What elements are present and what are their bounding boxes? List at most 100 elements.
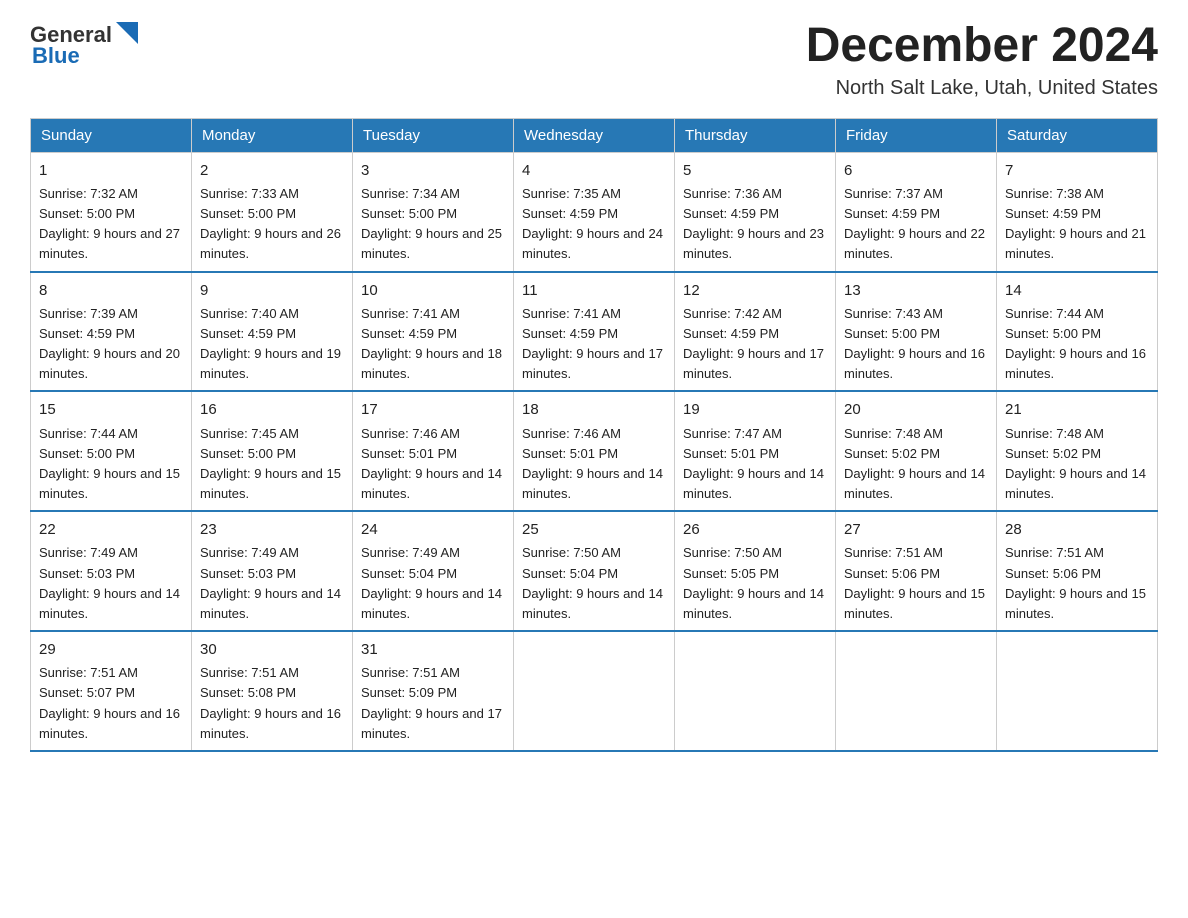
calendar-cell: 15Sunrise: 7:44 AMSunset: 5:00 PMDayligh… bbox=[31, 391, 192, 511]
day-info: Sunrise: 7:33 AMSunset: 5:00 PMDaylight:… bbox=[200, 186, 341, 261]
day-info: Sunrise: 7:41 AMSunset: 4:59 PMDaylight:… bbox=[522, 306, 663, 381]
week-row-2: 8 Sunrise: 7:39 AMSunset: 4:59 PMDaylight… bbox=[31, 272, 1158, 392]
calendar-cell: 24Sunrise: 7:49 AMSunset: 5:04 PMDayligh… bbox=[353, 511, 514, 631]
day-info: Sunrise: 7:36 AMSunset: 4:59 PMDaylight:… bbox=[683, 186, 824, 261]
calendar-cell: 14 Sunrise: 7:44 AMSunset: 5:00 PMDayligh… bbox=[997, 272, 1158, 392]
day-info: Sunrise: 7:48 AMSunset: 5:02 PMDaylight:… bbox=[1005, 426, 1146, 501]
calendar-cell: 11 Sunrise: 7:41 AMSunset: 4:59 PMDayligh… bbox=[514, 272, 675, 392]
day-number: 27 bbox=[844, 518, 988, 541]
day-number: 31 bbox=[361, 638, 505, 661]
day-number: 12 bbox=[683, 279, 827, 302]
month-title: December 2024 bbox=[806, 20, 1158, 73]
calendar-cell: 10Sunrise: 7:41 AMSunset: 4:59 PMDayligh… bbox=[353, 272, 514, 392]
calendar-cell: 7 Sunrise: 7:38 AMSunset: 4:59 PMDaylight… bbox=[997, 152, 1158, 271]
day-info: Sunrise: 7:49 AMSunset: 5:03 PMDaylight:… bbox=[200, 545, 341, 620]
calendar-cell: 20Sunrise: 7:48 AMSunset: 5:02 PMDayligh… bbox=[836, 391, 997, 511]
calendar-cell: 16 Sunrise: 7:45 AMSunset: 5:00 PMDayligh… bbox=[192, 391, 353, 511]
day-info: Sunrise: 7:38 AMSunset: 4:59 PMDaylight:… bbox=[1005, 186, 1146, 261]
day-info: Sunrise: 7:46 AMSunset: 5:01 PMDaylight:… bbox=[522, 426, 663, 501]
day-number: 19 bbox=[683, 398, 827, 421]
day-info: Sunrise: 7:44 AMSunset: 5:00 PMDaylight:… bbox=[39, 426, 180, 501]
day-number: 6 bbox=[844, 159, 988, 182]
day-info: Sunrise: 7:34 AMSunset: 5:00 PMDaylight:… bbox=[361, 186, 502, 261]
page-header: General Blue December 2024 North Salt La… bbox=[30, 20, 1158, 100]
calendar-cell: 12 Sunrise: 7:42 AMSunset: 4:59 PMDayligh… bbox=[675, 272, 836, 392]
day-number: 7 bbox=[1005, 159, 1149, 182]
header-monday: Monday bbox=[192, 118, 353, 152]
header-thursday: Thursday bbox=[675, 118, 836, 152]
day-info: Sunrise: 7:45 AMSunset: 5:00 PMDaylight:… bbox=[200, 426, 341, 501]
day-info: Sunrise: 7:42 AMSunset: 4:59 PMDaylight:… bbox=[683, 306, 824, 381]
calendar-cell: 13 Sunrise: 7:43 AMSunset: 5:00 PMDayligh… bbox=[836, 272, 997, 392]
day-info: Sunrise: 7:51 AMSunset: 5:06 PMDaylight:… bbox=[1005, 545, 1146, 620]
logo: General Blue bbox=[30, 20, 138, 69]
calendar-cell: 8 Sunrise: 7:39 AMSunset: 4:59 PMDaylight… bbox=[31, 272, 192, 392]
day-info: Sunrise: 7:51 AMSunset: 5:08 PMDaylight:… bbox=[200, 665, 341, 740]
calendar-cell: 5 Sunrise: 7:36 AMSunset: 4:59 PMDaylight… bbox=[675, 152, 836, 271]
day-info: Sunrise: 7:39 AMSunset: 4:59 PMDaylight:… bbox=[39, 306, 180, 381]
day-info: Sunrise: 7:49 AMSunset: 5:04 PMDaylight:… bbox=[361, 545, 502, 620]
calendar-header-row: SundayMondayTuesdayWednesdayThursdayFrid… bbox=[31, 118, 1158, 152]
header-saturday: Saturday bbox=[997, 118, 1158, 152]
calendar-cell: 4 Sunrise: 7:35 AMSunset: 4:59 PMDaylight… bbox=[514, 152, 675, 271]
calendar-cell: 30Sunrise: 7:51 AMSunset: 5:08 PMDayligh… bbox=[192, 631, 353, 751]
day-info: Sunrise: 7:40 AMSunset: 4:59 PMDaylight:… bbox=[200, 306, 341, 381]
day-info: Sunrise: 7:35 AMSunset: 4:59 PMDaylight:… bbox=[522, 186, 663, 261]
day-number: 5 bbox=[683, 159, 827, 182]
week-row-1: 1 Sunrise: 7:32 AMSunset: 5:00 PMDaylight… bbox=[31, 152, 1158, 271]
day-number: 14 bbox=[1005, 279, 1149, 302]
calendar-cell: 6 Sunrise: 7:37 AMSunset: 4:59 PMDaylight… bbox=[836, 152, 997, 271]
day-info: Sunrise: 7:37 AMSunset: 4:59 PMDaylight:… bbox=[844, 186, 985, 261]
calendar-cell: 18 Sunrise: 7:46 AMSunset: 5:01 PMDayligh… bbox=[514, 391, 675, 511]
day-number: 11 bbox=[522, 279, 666, 302]
calendar-cell: 22 Sunrise: 7:49 AMSunset: 5:03 PMDayligh… bbox=[31, 511, 192, 631]
day-number: 9 bbox=[200, 279, 344, 302]
day-number: 3 bbox=[361, 159, 505, 182]
week-row-5: 29Sunrise: 7:51 AMSunset: 5:07 PMDayligh… bbox=[31, 631, 1158, 751]
calendar-table: SundayMondayTuesdayWednesdayThursdayFrid… bbox=[30, 118, 1158, 752]
day-info: Sunrise: 7:50 AMSunset: 5:04 PMDaylight:… bbox=[522, 545, 663, 620]
day-info: Sunrise: 7:51 AMSunset: 5:06 PMDaylight:… bbox=[844, 545, 985, 620]
day-info: Sunrise: 7:47 AMSunset: 5:01 PMDaylight:… bbox=[683, 426, 824, 501]
logo-triangle-icon bbox=[116, 22, 138, 44]
day-number: 8 bbox=[39, 279, 183, 302]
location: North Salt Lake, Utah, United States bbox=[806, 77, 1158, 100]
day-number: 4 bbox=[522, 159, 666, 182]
header-wednesday: Wednesday bbox=[514, 118, 675, 152]
day-number: 25 bbox=[522, 518, 666, 541]
calendar-cell: 17 Sunrise: 7:46 AMSunset: 5:01 PMDayligh… bbox=[353, 391, 514, 511]
day-info: Sunrise: 7:32 AMSunset: 5:00 PMDaylight:… bbox=[39, 186, 180, 261]
calendar-cell bbox=[675, 631, 836, 751]
day-number: 18 bbox=[522, 398, 666, 421]
day-info: Sunrise: 7:41 AMSunset: 4:59 PMDaylight:… bbox=[361, 306, 502, 381]
calendar-cell: 25 Sunrise: 7:50 AMSunset: 5:04 PMDayligh… bbox=[514, 511, 675, 631]
calendar-cell: 3 Sunrise: 7:34 AMSunset: 5:00 PMDaylight… bbox=[353, 152, 514, 271]
header-friday: Friday bbox=[836, 118, 997, 152]
calendar-cell bbox=[514, 631, 675, 751]
day-number: 21 bbox=[1005, 398, 1149, 421]
calendar-cell: 2Sunrise: 7:33 AMSunset: 5:00 PMDaylight… bbox=[192, 152, 353, 271]
header-tuesday: Tuesday bbox=[353, 118, 514, 152]
calendar-cell: 9 Sunrise: 7:40 AMSunset: 4:59 PMDaylight… bbox=[192, 272, 353, 392]
day-info: Sunrise: 7:51 AMSunset: 5:07 PMDaylight:… bbox=[39, 665, 180, 740]
day-number: 22 bbox=[39, 518, 183, 541]
week-row-4: 22 Sunrise: 7:49 AMSunset: 5:03 PMDayligh… bbox=[31, 511, 1158, 631]
day-number: 13 bbox=[844, 279, 988, 302]
day-number: 1 bbox=[39, 159, 183, 182]
day-info: Sunrise: 7:43 AMSunset: 5:00 PMDaylight:… bbox=[844, 306, 985, 381]
day-info: Sunrise: 7:49 AMSunset: 5:03 PMDaylight:… bbox=[39, 545, 180, 620]
day-info: Sunrise: 7:48 AMSunset: 5:02 PMDaylight:… bbox=[844, 426, 985, 501]
day-info: Sunrise: 7:46 AMSunset: 5:01 PMDaylight:… bbox=[361, 426, 502, 501]
day-info: Sunrise: 7:50 AMSunset: 5:05 PMDaylight:… bbox=[683, 545, 824, 620]
calendar-cell: 26Sunrise: 7:50 AMSunset: 5:05 PMDayligh… bbox=[675, 511, 836, 631]
calendar-cell: 1 Sunrise: 7:32 AMSunset: 5:00 PMDaylight… bbox=[31, 152, 192, 271]
calendar-cell: 21 Sunrise: 7:48 AMSunset: 5:02 PMDayligh… bbox=[997, 391, 1158, 511]
day-number: 16 bbox=[200, 398, 344, 421]
day-info: Sunrise: 7:44 AMSunset: 5:00 PMDaylight:… bbox=[1005, 306, 1146, 381]
calendar-cell: 29Sunrise: 7:51 AMSunset: 5:07 PMDayligh… bbox=[31, 631, 192, 751]
calendar-cell: 28Sunrise: 7:51 AMSunset: 5:06 PMDayligh… bbox=[997, 511, 1158, 631]
title-block: December 2024 North Salt Lake, Utah, Uni… bbox=[806, 20, 1158, 100]
day-number: 23 bbox=[200, 518, 344, 541]
calendar-cell: 31Sunrise: 7:51 AMSunset: 5:09 PMDayligh… bbox=[353, 631, 514, 751]
day-number: 17 bbox=[361, 398, 505, 421]
